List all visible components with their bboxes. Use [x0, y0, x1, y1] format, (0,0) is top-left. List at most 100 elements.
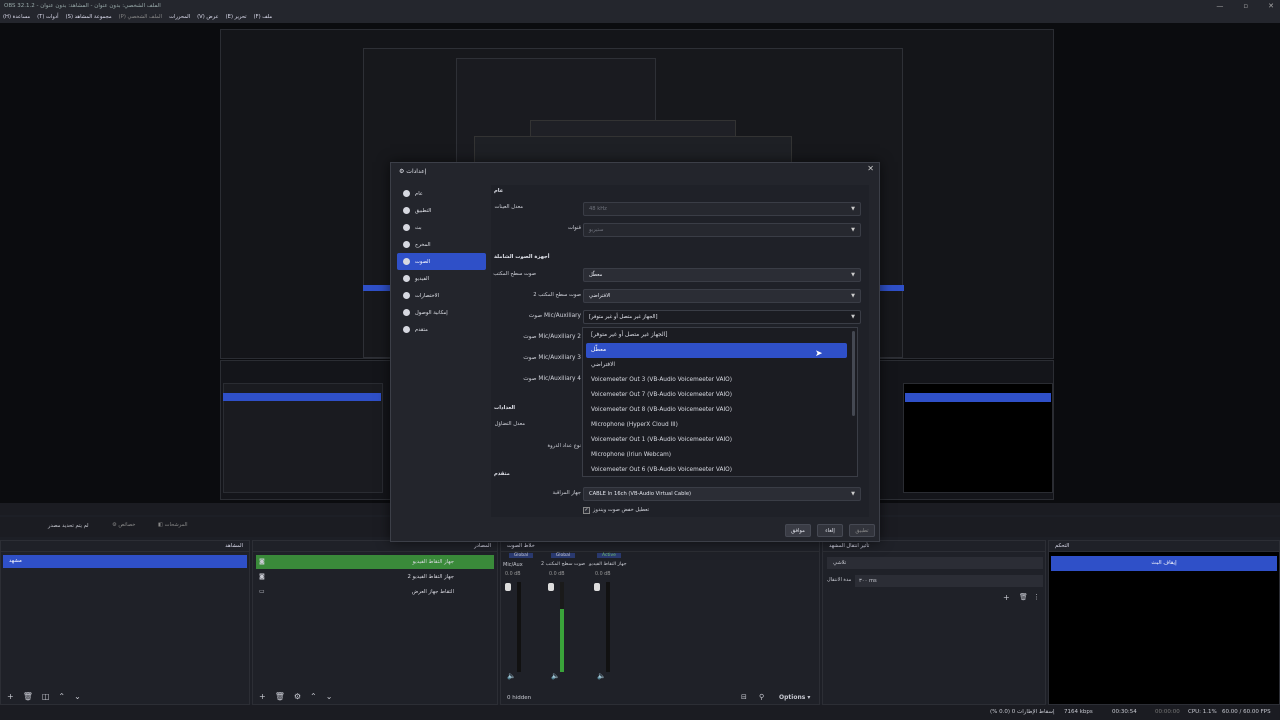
- filters-button[interactable]: ◧ المرشحات: [158, 522, 188, 528]
- apply-button[interactable]: تطبيق: [849, 524, 875, 537]
- dropdown-scrollbar[interactable]: [852, 331, 855, 416]
- ok-button[interactable]: موافق: [785, 524, 811, 537]
- down-icon[interactable]: ⌄: [74, 692, 81, 701]
- add-icon[interactable]: +: [7, 692, 14, 701]
- mute-icon[interactable]: 🔈: [597, 672, 606, 680]
- menu-view[interactable]: عرض (V): [197, 12, 219, 23]
- channel-db: 0.0 dB: [595, 572, 611, 577]
- dropdown-option[interactable]: [الجهاز غير متصل أو غير متوفر]: [583, 328, 857, 343]
- monitoring-select[interactable]: CABLE In 16ch (VB-Audio Virtual Cable) ▼: [583, 487, 861, 501]
- sidebar-item-hotkeys[interactable]: الاختصارات: [397, 287, 486, 304]
- sample-rate-select[interactable]: 48 kHz ▼: [583, 202, 861, 216]
- cancel-button[interactable]: إلغاء: [817, 524, 843, 537]
- section-global-devices: أجهزة الصوت الشاملة: [494, 254, 550, 260]
- duration-label: مدة الانتقال: [827, 577, 852, 583]
- duration-input[interactable]: ٣٠٠ ms: [855, 575, 1043, 587]
- sidebar-item-output[interactable]: المخرج: [397, 236, 486, 253]
- channel-name: جهاز التقاط الفيديو: [589, 562, 627, 567]
- mute-icon[interactable]: 🔈: [551, 672, 560, 680]
- down-icon[interactable]: ⌄: [326, 692, 333, 701]
- dropdown-option[interactable]: Microphone (Iriun Webcam): [583, 448, 857, 463]
- sidebar-item-video[interactable]: الفيديو: [397, 270, 486, 287]
- dropdown-option[interactable]: Voicemeeter Out 8 (VB-Audio Voicemeeter …: [583, 403, 857, 418]
- add-icon[interactable]: +: [259, 692, 266, 701]
- volume-slider[interactable]: [548, 583, 554, 591]
- menu-docks[interactable]: المحررات: [169, 12, 190, 23]
- decay-label: معدل التضاؤل: [494, 421, 525, 427]
- maximize-button[interactable]: ▫: [1243, 0, 1248, 12]
- dropdown-option[interactable]: Voicemeeter Out 3 (VB-Audio Voicemeeter …: [583, 373, 857, 388]
- channels-select[interactable]: ستيريو ▼: [583, 223, 861, 237]
- desktop-audio2-select[interactable]: الافتراضي ▼: [583, 289, 861, 303]
- transition-select[interactable]: تلاشي: [827, 557, 1043, 569]
- sidebar-item-appearance[interactable]: التطبيق: [397, 202, 486, 219]
- gear-icon[interactable]: ⚙: [294, 692, 301, 701]
- cpu-usage: CPU: 1.1%: [1188, 709, 1217, 715]
- no-source-label: لم يتم تحديد مصدر: [48, 523, 89, 529]
- sidebar-item-accessibility[interactable]: إمكانية الوصول: [397, 304, 486, 321]
- menu-bar: ملف (F) تحرير (E) عرض (V) المحررات الملف…: [0, 12, 1280, 23]
- trash-icon[interactable]: 🗑: [275, 692, 285, 701]
- channels-label: قنوات: [567, 225, 581, 231]
- rec-time: 00:00:00: [1155, 709, 1180, 715]
- controls-dock: التحكم إيقاف البث: [1048, 540, 1280, 705]
- sidebar-item-advanced[interactable]: متقدم: [397, 321, 486, 338]
- volume-slider[interactable]: [594, 583, 600, 591]
- menu-tools[interactable]: أدوات (T): [37, 12, 58, 23]
- sidebar-item-general[interactable]: عام: [397, 185, 486, 202]
- section-advanced: متقدم: [494, 471, 510, 477]
- menu-file[interactable]: ملف (F): [254, 12, 273, 23]
- source-item[interactable]: التقاط جهاز العرض: [256, 585, 494, 599]
- dock-title: التحكم: [1049, 541, 1279, 552]
- layout-icon[interactable]: ⊟: [741, 693, 747, 701]
- trash-icon[interactable]: 🗑: [1019, 593, 1028, 601]
- channel-db: 0.0 dB: [549, 572, 565, 577]
- volume-meter: [517, 582, 521, 672]
- add-icon[interactable]: +: [1003, 593, 1010, 602]
- minimize-button[interactable]: —: [1216, 0, 1223, 12]
- scene-item[interactable]: مشهد: [3, 555, 247, 568]
- menu-profile[interactable]: الملف الشخصي (P): [119, 12, 162, 23]
- up-icon[interactable]: ⌃: [58, 692, 65, 701]
- scenes-toolbar: + 🗑 ◫ ⌃ ⌄: [1, 689, 249, 704]
- source-item[interactable]: جهاز التقاط الفيديو: [256, 555, 494, 569]
- dialog-close-button[interactable]: ✕: [867, 164, 874, 173]
- options-button[interactable]: Options ▾: [779, 694, 810, 701]
- stop-streaming-button[interactable]: إيقاف البث: [1051, 556, 1277, 571]
- window-controls: — ▫ ✕: [1216, 0, 1274, 12]
- menu-edit[interactable]: تحرير (E): [226, 12, 247, 23]
- wrench-icon: [403, 326, 410, 333]
- dropdown-option[interactable]: Microphone (HyperX Cloud III): [583, 418, 857, 433]
- menu-scene-collection[interactable]: مجموعة المشاهد (S): [66, 12, 112, 23]
- desktop-audio-select[interactable]: معطّل ▼: [583, 268, 861, 282]
- mute-icon[interactable]: 🔈: [507, 672, 516, 680]
- link-icon[interactable]: ⚲: [759, 693, 764, 701]
- sidebar-item-audio[interactable]: الصوت: [397, 253, 486, 270]
- up-icon[interactable]: ⌃: [310, 692, 317, 701]
- section-meters: العدادات: [494, 405, 516, 411]
- sidebar-item-stream[interactable]: بث: [397, 219, 486, 236]
- monitor-icon: [403, 275, 410, 282]
- broadcast-icon: [403, 224, 410, 231]
- ducking-checkbox[interactable]: ✓: [583, 507, 590, 514]
- volume-slider[interactable]: [505, 583, 511, 591]
- channel-db: 0.0 dB: [505, 572, 521, 577]
- more-icon[interactable]: ⋮: [1033, 593, 1040, 601]
- camera-icon: ◙: [259, 558, 265, 565]
- sources-toolbar: + 🗑 ⚙ ⌃ ⌄: [253, 689, 497, 704]
- close-button[interactable]: ✕: [1268, 0, 1274, 12]
- fps: 60.00 / 60.00 FPS: [1222, 709, 1271, 715]
- filter-icon[interactable]: ◫: [42, 692, 50, 701]
- dropdown-option[interactable]: Voicemeeter Out 6 (VB-Audio Voicemeeter …: [583, 463, 857, 477]
- bitrate: 7164 kbps: [1064, 709, 1093, 715]
- channel-tag: Active: [597, 553, 621, 558]
- dropdown-option-selected[interactable]: معطّل: [586, 343, 847, 358]
- menu-help[interactable]: مساعدة (H): [3, 12, 30, 23]
- properties-button[interactable]: ⚙ خصائص: [112, 522, 135, 528]
- mic-select[interactable]: [الجهاز غير متصل أو غير متوفر] ▼: [583, 310, 861, 324]
- source-item[interactable]: جهاز التقاط الفيديو 2: [256, 570, 494, 584]
- trash-icon[interactable]: 🗑: [23, 692, 33, 701]
- dropdown-option[interactable]: الافتراضي: [583, 358, 857, 373]
- dropdown-option[interactable]: Voicemeeter Out 1 (VB-Audio Voicemeeter …: [583, 433, 857, 448]
- dropdown-option[interactable]: Voicemeeter Out 7 (VB-Audio Voicemeeter …: [583, 388, 857, 403]
